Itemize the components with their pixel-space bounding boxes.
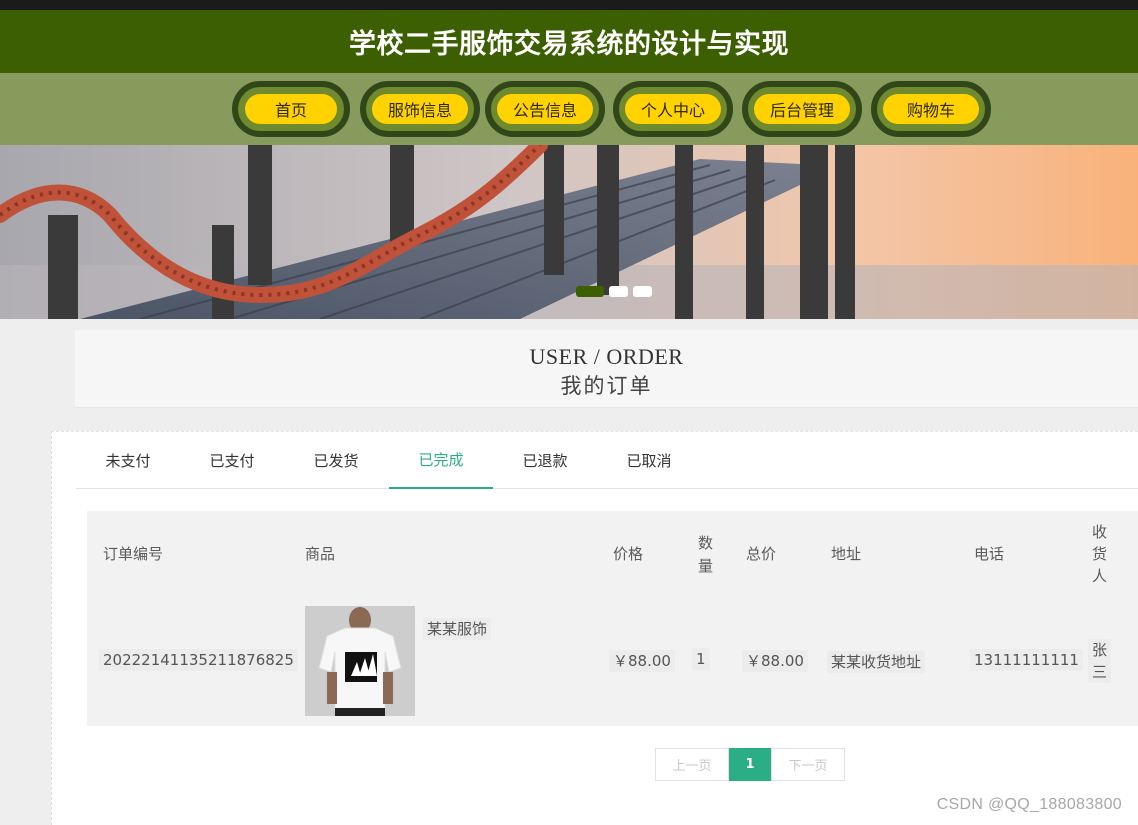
nav-home-label: 首页 [245,94,337,124]
nav-personal-center[interactable]: 个人中心 [613,81,733,137]
site-header: 学校二手服饰交易系统的设计与实现 [0,10,1138,73]
order-no-value: 20222141135211876825 [99,649,298,671]
nav-home[interactable]: 首页 [232,81,350,137]
col-price: 价格 [613,545,644,563]
receiver-value-1: 张 [1088,639,1112,661]
total-value: ￥88.00 [742,650,808,672]
cell-total: ￥88.00 [742,650,808,672]
nav-clothing-info[interactable]: 服饰信息 [360,81,480,137]
col-receiver-line3: 人 [1092,567,1108,585]
col-receiver-line2: 货 [1092,545,1108,563]
banner-dot-3[interactable] [633,286,652,297]
section-title-cn: 我的订单 [560,374,653,398]
section-title-box: USER / ORDER 我的订单 [75,330,1138,408]
col-phone: 电话 [974,545,1005,563]
cell-receiver-line2: 三 [1088,661,1112,683]
col-receiver-line1: 收 [1092,523,1108,541]
tab-paid[interactable]: 已支付 [180,432,284,489]
col-qty-line2: 量 [698,557,714,575]
tab-completed[interactable]: 已完成 [389,432,493,489]
nav-admin-label: 后台管理 [754,94,850,124]
nav-admin[interactable]: 后台管理 [742,81,862,137]
tab-shipped[interactable]: 已发货 [284,432,388,489]
tab-unpaid[interactable]: 未支付 [76,432,180,489]
hero-banner [0,145,1138,319]
tshirt-photo-icon [305,606,415,716]
nav-announcements[interactable]: 公告信息 [485,81,605,137]
address-value: 某某收货地址 [827,651,926,673]
cell-order-no: 20222141135211876825 [99,649,298,671]
csdn-watermark: CSDN @QQ_188083800 [936,796,1122,813]
main-nav: 首页 服饰信息 公告信息 个人中心 后台管理 购物车 [0,73,1138,145]
cell-receiver-line1: 张 [1088,639,1112,661]
tab-refunded[interactable]: 已退款 [493,432,597,489]
cell-address: 某某收货地址 [827,651,926,673]
cell-qty: 1 [692,648,710,670]
cell-price: ￥88.00 [609,650,675,672]
col-product: 商品 [305,545,336,563]
product-name-value[interactable]: 某某服饰 [423,618,492,640]
nav-cart[interactable]: 购物车 [871,81,991,137]
col-order-no: 订单编号 [103,545,164,563]
col-address: 地址 [831,545,862,563]
banner-dot-1[interactable] [576,286,604,297]
tab-cancelled[interactable]: 已取消 [597,432,701,489]
section-title-en: USER / ORDER [529,344,684,369]
nav-cart-label: 购物车 [883,94,979,124]
phone-value: 13111111111 [970,649,1083,671]
banner-dot-2[interactable] [609,286,628,297]
col-total: 总价 [746,545,777,563]
banner-pier-image [0,145,1138,319]
page-1-button[interactable]: 1 [729,748,771,781]
window-top-strip [0,0,1138,10]
next-page-button[interactable]: 下一页 [771,748,845,781]
product-image[interactable] [305,606,415,716]
nav-announcements-label: 公告信息 [497,94,593,124]
order-table: 订单编号 商品 价格 数 量 总价 地址 电话 收 货 人 2022214113… [87,511,1138,726]
prev-page-button[interactable]: 上一页 [655,748,729,781]
col-qty-line1: 数 [698,534,714,552]
qty-value: 1 [692,648,710,670]
nav-clothing-info-label: 服饰信息 [372,94,468,124]
price-value: ￥88.00 [609,650,675,672]
cell-product-name: 某某服饰 [423,618,492,640]
receiver-value-2: 三 [1088,661,1112,683]
site-title: 学校二手服饰交易系统的设计与实现 [349,29,789,60]
order-status-tabs: 未支付 已支付 已发货 已完成 已退款 已取消 [76,432,1138,489]
cell-phone: 13111111111 [970,649,1083,671]
nav-personal-center-label: 个人中心 [625,94,721,124]
pagination: 上一页 1 下一页 [655,748,845,781]
order-panel: 未支付 已支付 已发货 已完成 已退款 已取消 订单编号 商品 价格 数 量 总… [51,431,1138,825]
